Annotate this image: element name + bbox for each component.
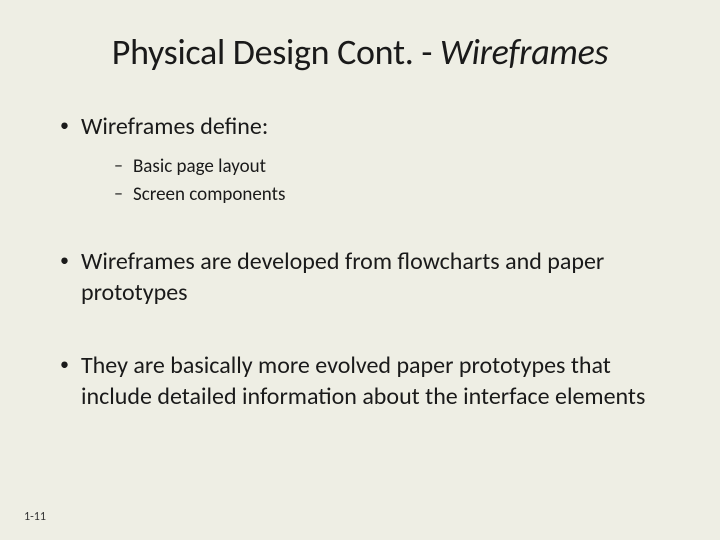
bullet-item: • Wireframes define: [60, 112, 680, 143]
sub-bullet-text: Screen components [133, 183, 285, 207]
sub-bullet-text: Basic page layout [133, 155, 266, 179]
bullet-item: • Wireframes are developed from flowchar… [60, 247, 680, 308]
slide-title: Physical Design Cont. - Wireframes [40, 30, 680, 74]
bullet-item: • They are basically more evolved paper … [60, 351, 680, 412]
bullet-dot-icon: • [60, 355, 69, 373]
slide-content: • Wireframes define: – Basic page layout… [40, 112, 680, 412]
bullet-dot-icon: • [60, 116, 69, 134]
dash-icon: – [114, 183, 123, 205]
title-regular-part: Physical Design Cont. - [112, 30, 440, 74]
slide-container: Physical Design Cont. - Wireframes • Wir… [0, 0, 720, 540]
sub-bullet-item: – Basic page layout [114, 155, 680, 179]
bullet-text: They are basically more evolved paper pr… [81, 351, 680, 412]
bullet-text: Wireframes are developed from flowcharts… [81, 247, 680, 308]
page-number: 1-11 [24, 510, 46, 524]
bullet-dot-icon: • [60, 251, 69, 269]
sub-bullet-item: – Screen components [114, 183, 680, 207]
dash-icon: – [114, 155, 123, 177]
title-italic-part: Wireframes [440, 30, 608, 74]
bullet-text: Wireframes define: [81, 112, 268, 143]
sub-bullet-list: – Basic page layout – Screen components [60, 155, 680, 208]
